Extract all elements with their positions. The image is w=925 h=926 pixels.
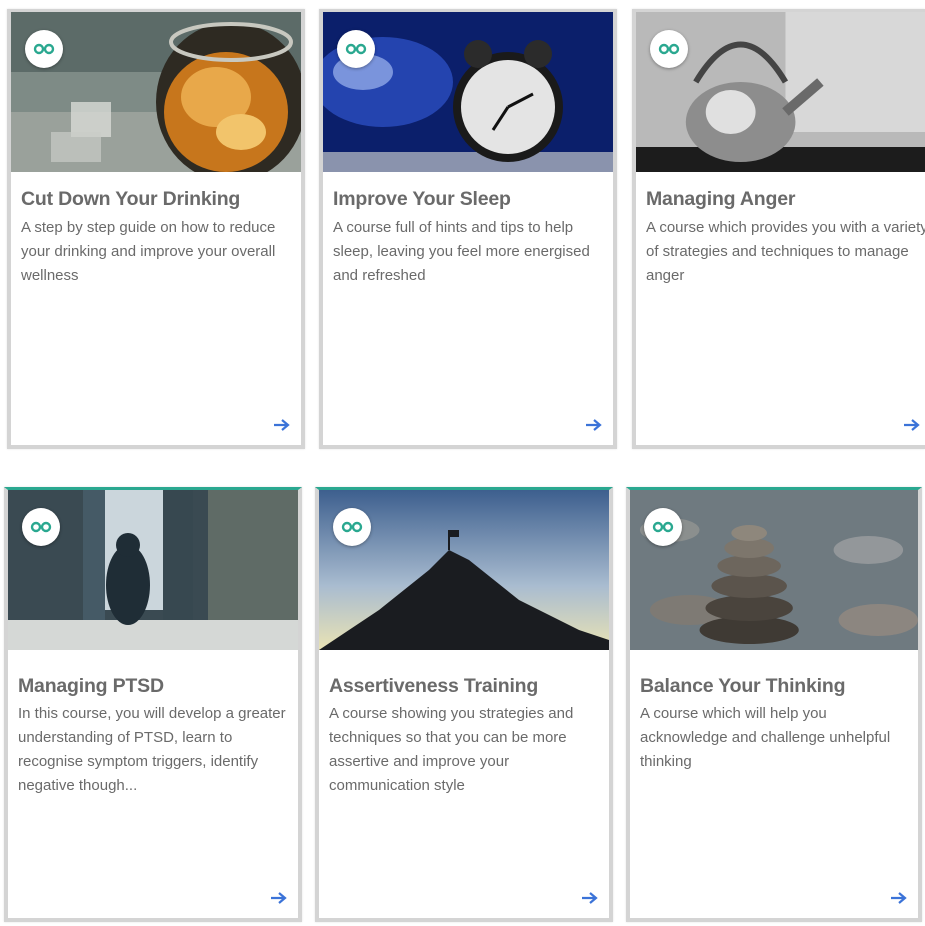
arrow-right-icon[interactable] <box>273 417 291 433</box>
course-title: Managing Anger <box>646 188 796 210</box>
course-title: Managing PTSD <box>18 675 164 697</box>
glasses-icon <box>337 30 375 68</box>
course-card-ptsd[interactable]: Managing PTSD In this course, you will d… <box>4 487 302 922</box>
course-title: Assertiveness Training <box>329 675 539 697</box>
course-card-thinking[interactable]: Balance Your Thinking A course which wil… <box>626 487 922 922</box>
glasses-icon <box>333 508 371 546</box>
course-card-drinking[interactable]: Cut Down Your Drinking A step by step gu… <box>7 9 305 449</box>
course-title: Improve Your Sleep <box>333 188 511 210</box>
glasses-icon <box>650 30 688 68</box>
arrow-right-icon[interactable] <box>890 890 908 906</box>
course-description: In this course, you will develop a great… <box>18 705 286 794</box>
arrow-right-icon[interactable] <box>585 417 603 433</box>
glasses-icon <box>644 508 682 546</box>
arrow-right-icon[interactable] <box>903 417 921 433</box>
course-card-assertiveness[interactable]: Assertiveness Training A course showing … <box>315 487 613 922</box>
course-title: Balance Your Thinking <box>640 675 846 697</box>
glasses-icon <box>25 30 63 68</box>
arrow-right-icon[interactable] <box>270 890 288 906</box>
course-card-sleep[interactable]: Improve Your Sleep A course full of hint… <box>319 9 617 449</box>
course-description: A step by step guide on how to reduce yo… <box>21 219 276 284</box>
course-description: A course showing you strategies and tech… <box>329 705 574 794</box>
course-description: A course which provides you with a varie… <box>646 219 925 284</box>
glasses-icon <box>22 508 60 546</box>
course-description: A course full of hints and tips to help … <box>333 219 590 284</box>
course-description: A course which will help you acknowledge… <box>640 705 891 770</box>
course-card-anger[interactable]: Managing Anger A course which provides y… <box>632 9 925 449</box>
arrow-right-icon[interactable] <box>581 890 599 906</box>
course-title: Cut Down Your Drinking <box>21 188 241 210</box>
